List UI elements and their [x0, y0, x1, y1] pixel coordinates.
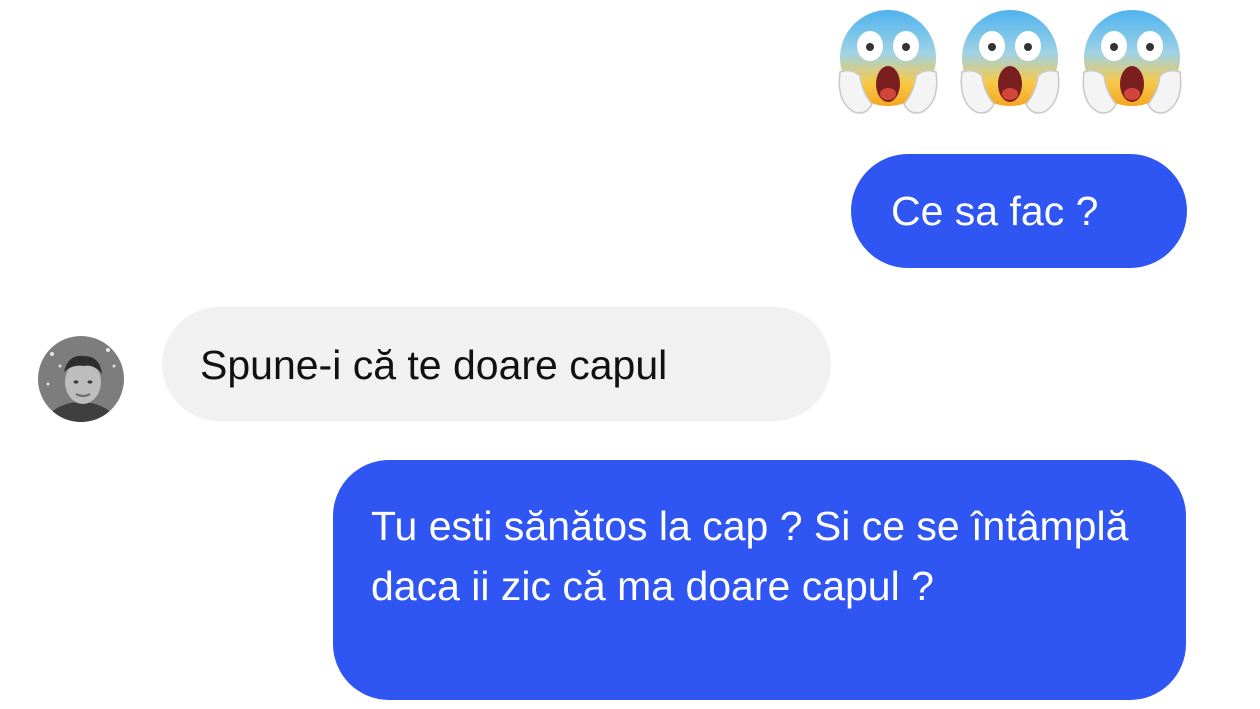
avatar-photo: [38, 336, 124, 422]
message-text: Spune-i că te doare capul: [200, 342, 668, 388]
outgoing-message-bubble[interactable]: Tu esti sănătos la cap ? Si ce se întâmp…: [333, 460, 1186, 700]
message-text: Tu esti sănătos la cap ? Si ce se întâmp…: [371, 503, 1129, 609]
contact-avatar[interactable]: [38, 336, 124, 422]
face-screaming-in-fear-icon: [960, 10, 1060, 114]
chat-thread: Ce sa fac ? Spune-i că te doare capul Tu…: [0, 0, 1260, 709]
outgoing-message-bubble[interactable]: Ce sa fac ?: [851, 154, 1187, 268]
message-text: Ce sa fac ?: [891, 188, 1099, 234]
face-screaming-in-fear-icon: [838, 10, 938, 114]
face-screaming-in-fear-icon: [1082, 10, 1182, 114]
incoming-message-bubble[interactable]: Spune-i că te doare capul: [162, 307, 831, 421]
emoji-message[interactable]: [832, 6, 1188, 118]
